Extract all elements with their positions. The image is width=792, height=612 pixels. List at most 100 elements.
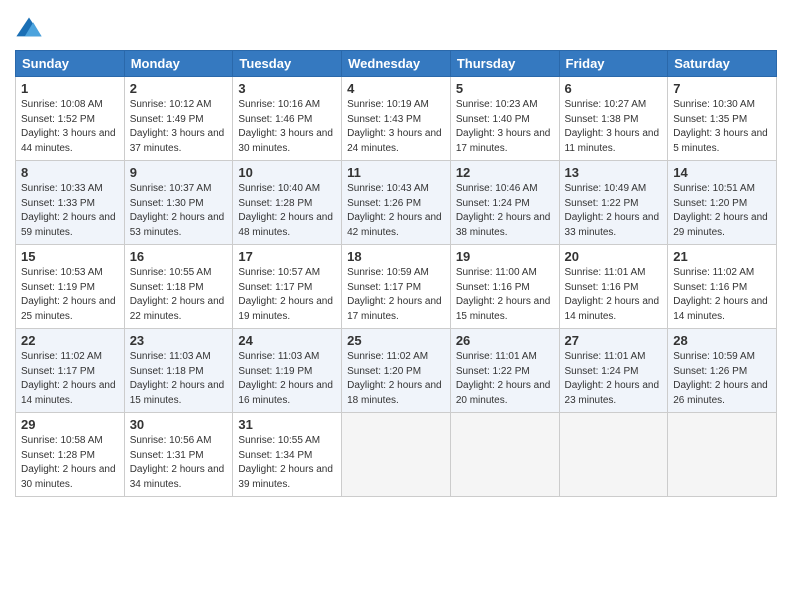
calendar-table: SundayMondayTuesdayWednesdayThursdayFrid…: [15, 50, 777, 497]
day-info: Sunrise: 11:01 AM Sunset: 1:22 PM Daylig…: [456, 350, 554, 408]
day-cell: 21 Sunrise: 11:02 AM Sunset: 1:16 PM Day…: [668, 245, 777, 329]
col-thursday: Thursday: [450, 51, 559, 77]
day-info: Sunrise: 10:53 AM Sunset: 1:19 PM Daylig…: [21, 266, 119, 324]
day-cell: 23 Sunrise: 11:03 AM Sunset: 1:18 PM Day…: [124, 329, 233, 413]
day-number: 5: [456, 81, 554, 96]
day-number: 12: [456, 165, 554, 180]
day-info: Sunrise: 10:08 AM Sunset: 1:52 PM Daylig…: [21, 98, 119, 156]
day-info: Sunrise: 10:59 AM Sunset: 1:26 PM Daylig…: [673, 350, 771, 408]
header: [15, 10, 777, 42]
header-row: SundayMondayTuesdayWednesdayThursdayFrid…: [16, 51, 777, 77]
day-number: 2: [130, 81, 228, 96]
day-cell: [450, 413, 559, 497]
day-info: Sunrise: 10:43 AM Sunset: 1:26 PM Daylig…: [347, 182, 445, 240]
day-info: Sunrise: 10:30 AM Sunset: 1:35 PM Daylig…: [673, 98, 771, 156]
day-info: Sunrise: 10:56 AM Sunset: 1:31 PM Daylig…: [130, 434, 228, 492]
logo-icon: [15, 14, 43, 42]
day-cell: 19 Sunrise: 11:00 AM Sunset: 1:16 PM Day…: [450, 245, 559, 329]
day-number: 19: [456, 249, 554, 264]
week-row-5: 29 Sunrise: 10:58 AM Sunset: 1:28 PM Day…: [16, 413, 777, 497]
day-info: Sunrise: 10:27 AM Sunset: 1:38 PM Daylig…: [565, 98, 663, 156]
day-cell: 27 Sunrise: 11:01 AM Sunset: 1:24 PM Day…: [559, 329, 668, 413]
week-row-4: 22 Sunrise: 11:02 AM Sunset: 1:17 PM Day…: [16, 329, 777, 413]
col-wednesday: Wednesday: [342, 51, 451, 77]
day-number: 26: [456, 333, 554, 348]
day-cell: 17 Sunrise: 10:57 AM Sunset: 1:17 PM Day…: [233, 245, 342, 329]
day-cell: 9 Sunrise: 10:37 AM Sunset: 1:30 PM Dayl…: [124, 161, 233, 245]
day-number: 15: [21, 249, 119, 264]
day-info: Sunrise: 11:01 AM Sunset: 1:24 PM Daylig…: [565, 350, 663, 408]
day-info: Sunrise: 11:00 AM Sunset: 1:16 PM Daylig…: [456, 266, 554, 324]
day-info: Sunrise: 10:19 AM Sunset: 1:43 PM Daylig…: [347, 98, 445, 156]
day-info: Sunrise: 10:23 AM Sunset: 1:40 PM Daylig…: [456, 98, 554, 156]
day-cell: 5 Sunrise: 10:23 AM Sunset: 1:40 PM Dayl…: [450, 77, 559, 161]
day-info: Sunrise: 11:02 AM Sunset: 1:20 PM Daylig…: [347, 350, 445, 408]
day-number: 30: [130, 417, 228, 432]
day-cell: 30 Sunrise: 10:56 AM Sunset: 1:31 PM Day…: [124, 413, 233, 497]
col-saturday: Saturday: [668, 51, 777, 77]
day-number: 18: [347, 249, 445, 264]
day-number: 3: [238, 81, 336, 96]
day-number: 25: [347, 333, 445, 348]
week-row-2: 8 Sunrise: 10:33 AM Sunset: 1:33 PM Dayl…: [16, 161, 777, 245]
day-cell: 25 Sunrise: 11:02 AM Sunset: 1:20 PM Day…: [342, 329, 451, 413]
col-friday: Friday: [559, 51, 668, 77]
day-cell: 13 Sunrise: 10:49 AM Sunset: 1:22 PM Day…: [559, 161, 668, 245]
day-info: Sunrise: 10:40 AM Sunset: 1:28 PM Daylig…: [238, 182, 336, 240]
day-info: Sunrise: 10:51 AM Sunset: 1:20 PM Daylig…: [673, 182, 771, 240]
day-cell: [668, 413, 777, 497]
day-cell: [559, 413, 668, 497]
day-info: Sunrise: 10:46 AM Sunset: 1:24 PM Daylig…: [456, 182, 554, 240]
day-cell: 3 Sunrise: 10:16 AM Sunset: 1:46 PM Dayl…: [233, 77, 342, 161]
day-number: 27: [565, 333, 663, 348]
day-number: 7: [673, 81, 771, 96]
day-number: 31: [238, 417, 336, 432]
day-number: 9: [130, 165, 228, 180]
day-cell: 15 Sunrise: 10:53 AM Sunset: 1:19 PM Day…: [16, 245, 125, 329]
day-cell: 8 Sunrise: 10:33 AM Sunset: 1:33 PM Dayl…: [16, 161, 125, 245]
day-info: Sunrise: 10:33 AM Sunset: 1:33 PM Daylig…: [21, 182, 119, 240]
day-info: Sunrise: 10:58 AM Sunset: 1:28 PM Daylig…: [21, 434, 119, 492]
day-number: 1: [21, 81, 119, 96]
day-number: 23: [130, 333, 228, 348]
week-row-3: 15 Sunrise: 10:53 AM Sunset: 1:19 PM Day…: [16, 245, 777, 329]
day-number: 6: [565, 81, 663, 96]
day-cell: 20 Sunrise: 11:01 AM Sunset: 1:16 PM Day…: [559, 245, 668, 329]
day-cell: 4 Sunrise: 10:19 AM Sunset: 1:43 PM Dayl…: [342, 77, 451, 161]
day-info: Sunrise: 10:57 AM Sunset: 1:17 PM Daylig…: [238, 266, 336, 324]
day-cell: 16 Sunrise: 10:55 AM Sunset: 1:18 PM Day…: [124, 245, 233, 329]
day-number: 17: [238, 249, 336, 264]
day-cell: 14 Sunrise: 10:51 AM Sunset: 1:20 PM Day…: [668, 161, 777, 245]
day-info: Sunrise: 10:16 AM Sunset: 1:46 PM Daylig…: [238, 98, 336, 156]
day-cell: 28 Sunrise: 10:59 AM Sunset: 1:26 PM Day…: [668, 329, 777, 413]
day-info: Sunrise: 11:02 AM Sunset: 1:17 PM Daylig…: [21, 350, 119, 408]
day-info: Sunrise: 11:03 AM Sunset: 1:18 PM Daylig…: [130, 350, 228, 408]
day-info: Sunrise: 10:49 AM Sunset: 1:22 PM Daylig…: [565, 182, 663, 240]
day-info: Sunrise: 10:37 AM Sunset: 1:30 PM Daylig…: [130, 182, 228, 240]
day-cell: 18 Sunrise: 10:59 AM Sunset: 1:17 PM Day…: [342, 245, 451, 329]
logo: [15, 14, 47, 42]
day-info: Sunrise: 10:59 AM Sunset: 1:17 PM Daylig…: [347, 266, 445, 324]
day-info: Sunrise: 11:01 AM Sunset: 1:16 PM Daylig…: [565, 266, 663, 324]
day-cell: 1 Sunrise: 10:08 AM Sunset: 1:52 PM Dayl…: [16, 77, 125, 161]
day-info: Sunrise: 10:55 AM Sunset: 1:18 PM Daylig…: [130, 266, 228, 324]
day-number: 4: [347, 81, 445, 96]
page: SundayMondayTuesdayWednesdayThursdayFrid…: [0, 0, 792, 612]
day-info: Sunrise: 10:12 AM Sunset: 1:49 PM Daylig…: [130, 98, 228, 156]
day-info: Sunrise: 11:02 AM Sunset: 1:16 PM Daylig…: [673, 266, 771, 324]
day-number: 29: [21, 417, 119, 432]
day-number: 16: [130, 249, 228, 264]
day-number: 28: [673, 333, 771, 348]
day-info: Sunrise: 11:03 AM Sunset: 1:19 PM Daylig…: [238, 350, 336, 408]
week-row-1: 1 Sunrise: 10:08 AM Sunset: 1:52 PM Dayl…: [16, 77, 777, 161]
day-cell: 11 Sunrise: 10:43 AM Sunset: 1:26 PM Day…: [342, 161, 451, 245]
day-cell: 22 Sunrise: 11:02 AM Sunset: 1:17 PM Day…: [16, 329, 125, 413]
day-number: 10: [238, 165, 336, 180]
day-number: 8: [21, 165, 119, 180]
day-cell: 24 Sunrise: 11:03 AM Sunset: 1:19 PM Day…: [233, 329, 342, 413]
day-cell: 10 Sunrise: 10:40 AM Sunset: 1:28 PM Day…: [233, 161, 342, 245]
day-cell: 12 Sunrise: 10:46 AM Sunset: 1:24 PM Day…: [450, 161, 559, 245]
day-number: 11: [347, 165, 445, 180]
col-tuesday: Tuesday: [233, 51, 342, 77]
day-number: 13: [565, 165, 663, 180]
